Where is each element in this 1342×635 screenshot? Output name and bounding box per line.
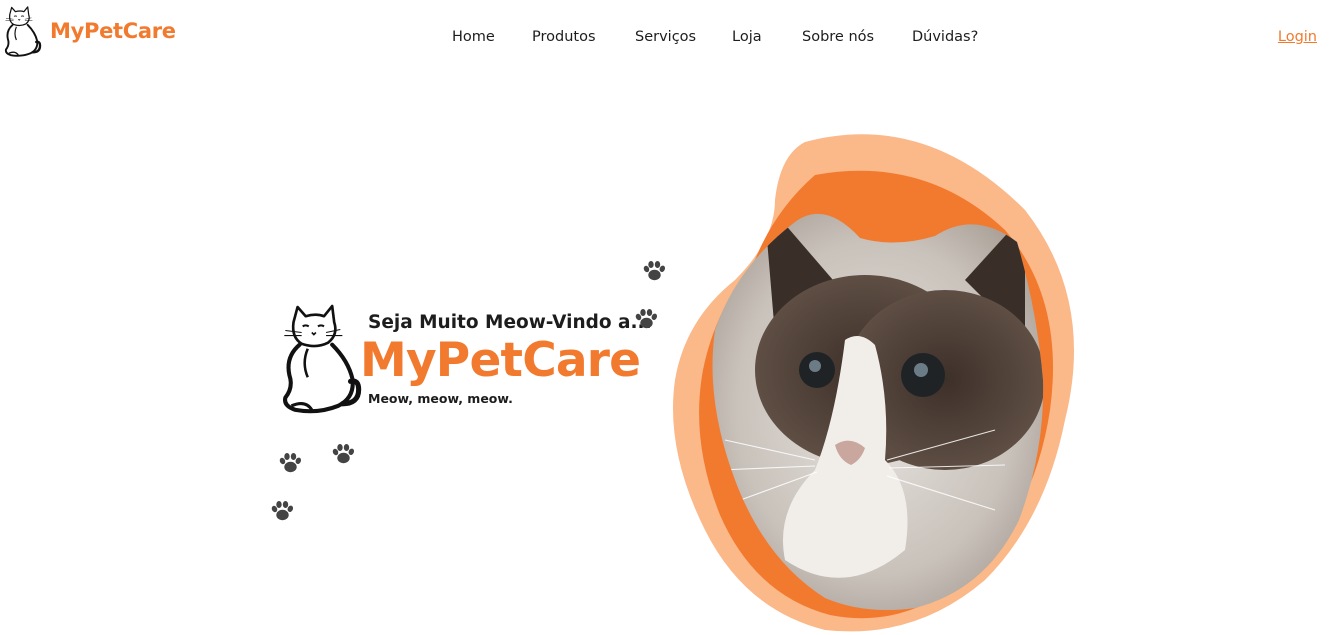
paw-print-icon — [277, 450, 303, 476]
paw-print-icon — [633, 306, 659, 332]
page: MyPetCare Home Produtos Serviços Loja So… — [0, 0, 1342, 635]
cat-photo — [673, 134, 1074, 632]
hero-tagline: Meow, meow, meow. — [368, 391, 513, 406]
login-link[interactable]: Login — [1278, 28, 1317, 46]
paw-print-icon — [330, 441, 356, 467]
hero-welcome-text: Seja Muito Meow-Vindo a... — [368, 312, 652, 333]
nav-link-produtos[interactable]: Produtos — [532, 28, 596, 46]
cat-logo-icon — [281, 304, 363, 416]
nav-link-servicos[interactable]: Serviços — [635, 28, 696, 46]
hero-brand-title: MyPetCare — [360, 333, 641, 388]
nav-link-loja[interactable]: Loja — [732, 28, 762, 46]
paw-print-icon — [641, 258, 667, 284]
paw-print-icon — [269, 498, 295, 524]
nav-link-home[interactable]: Home — [452, 28, 495, 46]
main-menu: Home Produtos Serviços Loja Sobre nós Dú… — [0, 28, 1342, 48]
nav-link-duvidas[interactable]: Dúvidas? — [912, 28, 978, 46]
nav-link-sobre-nos[interactable]: Sobre nós — [802, 28, 874, 46]
